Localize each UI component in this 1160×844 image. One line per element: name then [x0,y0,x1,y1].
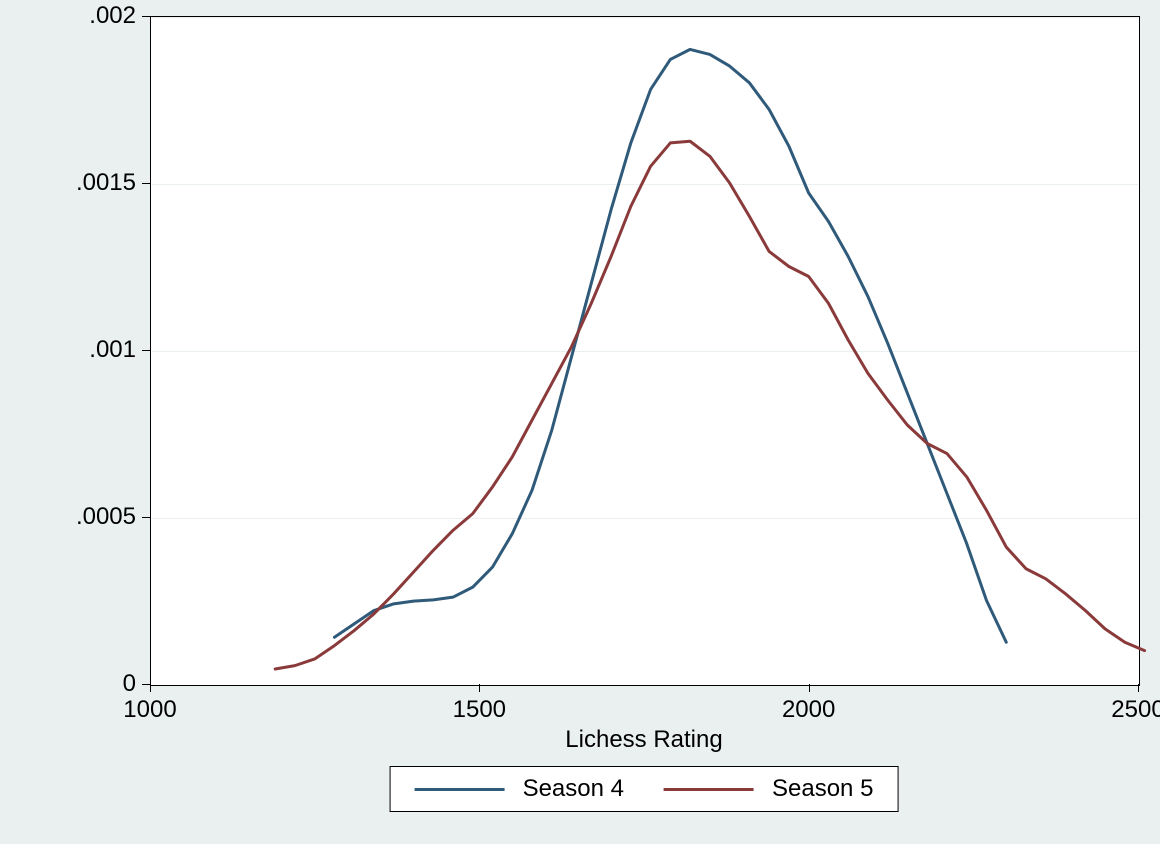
x-tick-label: 2500 [1111,696,1160,724]
legend-item: Season 4 [415,775,624,803]
legend-label: Season 4 [523,775,624,803]
x-tick-label: 1500 [453,696,506,724]
y-tick [142,16,150,17]
x-tick [479,684,480,692]
x-tick [809,684,810,692]
y-tick-label: .001 [89,336,136,364]
chart-figure: 0 .0005 .001 .0015 .002 1000 1500 2000 2500 Lic… [0,0,1160,844]
y-tick-label: .002 [89,2,136,30]
y-tick [142,183,150,184]
legend-swatch [664,788,754,791]
x-axis-title: Lichess Rating [565,726,722,754]
y-tick [142,350,150,351]
legend-swatch [415,788,505,791]
legend: Season 4 Season 5 [390,766,899,812]
legend-label: Season 5 [772,775,873,803]
x-tick [150,684,151,692]
series-line [334,49,1006,642]
x-tick [1138,684,1139,692]
legend-item: Season 5 [664,775,873,803]
y-tick-label: .0015 [76,169,136,197]
x-tick-label: 2000 [782,696,835,724]
x-tick-label: 1000 [123,696,176,724]
y-tick [142,517,150,518]
y-tick [142,684,150,685]
y-tick-label: .0005 [76,503,136,531]
y-tick-label: 0 [123,670,136,698]
series-line [275,141,1144,669]
